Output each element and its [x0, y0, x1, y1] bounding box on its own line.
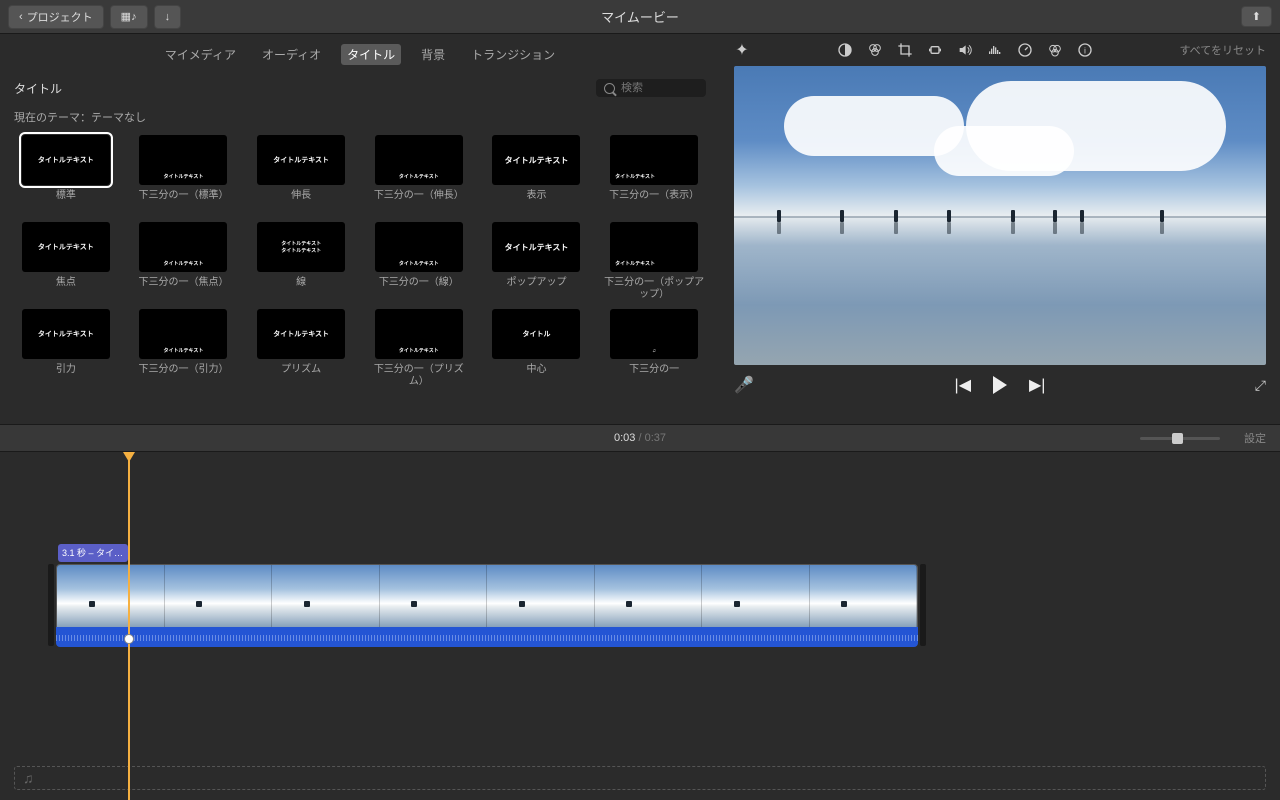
search-input[interactable]	[621, 82, 691, 94]
magic-wand-icon[interactable]: ✦	[734, 42, 750, 58]
main-toolbar: ‹ プロジェクト ▦♪ ↓ マイムービー ⬆	[0, 0, 1280, 34]
title-preset-2[interactable]: タイトルテキスト伸長	[249, 135, 353, 214]
music-note-icon: ♫	[23, 770, 34, 786]
title-preset-8[interactable]: タイトルテキストタイトルテキスト線	[249, 222, 353, 301]
info-icon[interactable]: i	[1077, 42, 1093, 58]
title-preset-6[interactable]: タイトルテキスト焦点	[14, 222, 118, 301]
search-field[interactable]	[596, 79, 706, 97]
title-preset-13[interactable]: タイトルテキスト下三分の一（引力）	[132, 309, 236, 388]
timeline-settings-button[interactable]: 設定	[1244, 430, 1266, 446]
browser-tabs: マイメディア オーディオ タイトル 背景 トランジション	[0, 34, 720, 73]
title-preset-7[interactable]: タイトルテキスト下三分の一（焦点）	[132, 222, 236, 301]
preset-label: プリズム	[281, 364, 321, 388]
preset-label: 下三分の一（線）	[379, 277, 459, 301]
download-button[interactable]: ↓	[154, 5, 182, 29]
time-bar: 0:03 / 0:37 設定	[0, 424, 1280, 452]
stabilize-icon[interactable]	[927, 42, 943, 58]
title-preset-grid: タイトルテキスト標準タイトルテキスト下三分の一（標準）タイトルテキスト伸長タイト…	[0, 135, 720, 388]
playback-controls: 🎤 |◀ ▶| ⤢	[720, 365, 1280, 405]
share-icon: ⬆	[1252, 10, 1261, 23]
timeline[interactable]: 3.1 秒 – タイ… ♫	[0, 452, 1280, 800]
voiceover-button[interactable]: 🎤	[734, 375, 754, 395]
playhead[interactable]	[128, 452, 130, 800]
preset-label: 標準	[56, 190, 76, 214]
title-preset-10[interactable]: タイトルテキストポップアップ	[485, 222, 589, 301]
crop-icon[interactable]	[897, 42, 913, 58]
download-icon: ↓	[165, 11, 171, 23]
preset-label: 引力	[56, 364, 76, 388]
project-title: マイムービー	[601, 7, 679, 26]
back-label: プロジェクト	[27, 9, 93, 25]
theme-label: 現在のテーマ：テーマなし	[0, 103, 720, 135]
preset-label: 中心	[526, 364, 546, 388]
tab-backgrounds[interactable]: 背景	[415, 44, 451, 65]
next-button[interactable]: ▶|	[1029, 375, 1045, 395]
import-media-button[interactable]: ▦♪	[110, 5, 148, 29]
preset-label: ポップアップ	[506, 277, 566, 301]
reset-all-button[interactable]: すべてをリセット	[1179, 42, 1266, 58]
preset-label: 下三分の一（表示）	[609, 190, 699, 214]
title-preset-15[interactable]: タイトルテキスト下三分の一（プリズム）	[367, 309, 471, 388]
adjustments-bar: ✦ i すべてをリセット	[720, 34, 1280, 66]
preset-label: 下三分の一（標準）	[138, 190, 228, 214]
preset-label: 下三分の一（焦点）	[138, 277, 228, 301]
duration-time: / 0:37	[635, 432, 666, 444]
clip-handle-right[interactable]	[920, 564, 926, 646]
title-clip[interactable]: 3.1 秒 – タイ…	[58, 544, 128, 562]
search-icon	[604, 83, 615, 94]
title-preset-3[interactable]: タイトルテキスト下三分の一（伸長）	[367, 135, 471, 214]
color-balance-icon[interactable]	[837, 42, 853, 58]
title-preset-16[interactable]: タイトル中心	[485, 309, 589, 388]
prev-button[interactable]: |◀	[955, 375, 971, 395]
svg-text:i: i	[1084, 45, 1086, 55]
title-preset-9[interactable]: タイトルテキスト下三分の一（線）	[367, 222, 471, 301]
color-correct-icon[interactable]	[867, 42, 883, 58]
volume-icon[interactable]	[957, 42, 973, 58]
title-preset-11[interactable]: タイトルテキスト下三分の一（ポップアップ）	[602, 222, 706, 301]
film-music-icon: ▦♪	[121, 10, 137, 23]
title-preset-4[interactable]: タイトルテキスト表示	[485, 135, 589, 214]
preset-label: 下三分の一（ポップアップ）	[602, 277, 706, 301]
viewer-pane: ✦ i すべてをリセット 🎤 |◀ ▶| ⤢	[720, 34, 1280, 424]
speed-icon[interactable]	[1017, 42, 1033, 58]
current-time: 0:03	[614, 432, 635, 444]
tab-transitions[interactable]: トランジション	[465, 44, 561, 65]
noise-reduce-icon[interactable]	[987, 42, 1003, 58]
clip-handle-left[interactable]	[48, 564, 54, 646]
preset-label: 伸長	[291, 190, 311, 214]
browser-section-title: タイトル	[14, 80, 62, 97]
tab-audio[interactable]: オーディオ	[256, 44, 327, 65]
preset-label: 下三分の一（引力）	[138, 364, 228, 388]
zoom-slider[interactable]	[1140, 437, 1220, 440]
share-button[interactable]: ⬆	[1241, 6, 1272, 27]
preset-label: 線	[296, 277, 306, 301]
tab-titles[interactable]: タイトル	[341, 44, 401, 65]
tab-my-media[interactable]: マイメディア	[159, 44, 242, 65]
title-preset-17[interactable]: ♫下三分の一	[602, 309, 706, 388]
browser-pane: マイメディア オーディオ タイトル 背景 トランジション タイトル 現在のテーマ…	[0, 34, 720, 424]
audio-waveform[interactable]	[56, 627, 918, 647]
title-preset-1[interactable]: タイトルテキスト下三分の一（標準）	[132, 135, 236, 214]
preset-label: 焦点	[56, 277, 76, 301]
preview-viewer[interactable]	[734, 66, 1266, 365]
preset-label: 下三分の一	[629, 364, 679, 388]
chevron-left-icon: ‹	[19, 11, 23, 23]
back-to-projects-button[interactable]: ‹ プロジェクト	[8, 5, 104, 29]
preset-label: 表示	[526, 190, 546, 214]
title-preset-12[interactable]: タイトルテキスト引力	[14, 309, 118, 388]
title-preset-0[interactable]: タイトルテキスト標準	[14, 135, 118, 214]
music-track[interactable]: ♫	[14, 766, 1266, 790]
preset-label: 下三分の一（伸長）	[374, 190, 464, 214]
play-button[interactable]	[993, 376, 1007, 394]
filter-icon[interactable]	[1047, 42, 1063, 58]
title-preset-5[interactable]: タイトルテキスト下三分の一（表示）	[602, 135, 706, 214]
fullscreen-button[interactable]: ⤢	[1255, 377, 1266, 394]
title-preset-14[interactable]: タイトルテキストプリズム	[249, 309, 353, 388]
preset-label: 下三分の一（プリズム）	[367, 364, 471, 388]
